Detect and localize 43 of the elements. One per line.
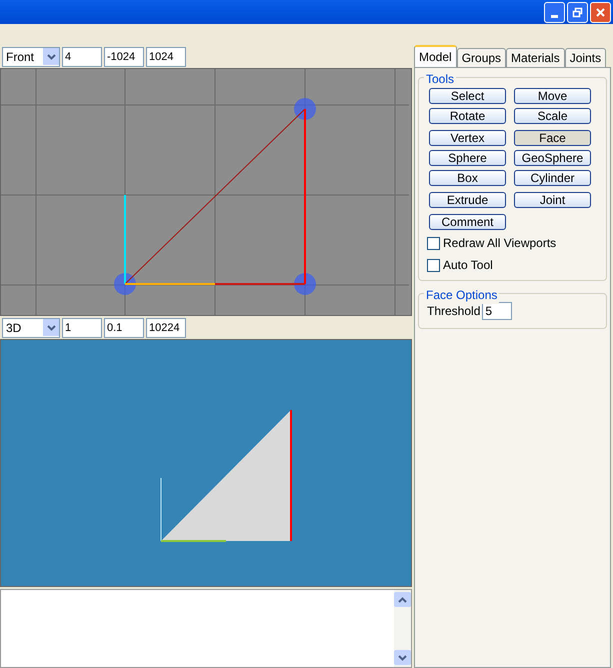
close-icon — [595, 6, 606, 18]
restore-button[interactable] — [567, 2, 588, 22]
view-dropdown[interactable]: 3D — [2, 318, 60, 338]
checkbox[interactable] — [427, 236, 440, 250]
dropdown-value: 3D — [6, 320, 22, 336]
tool-button[interactable]: Box — [429, 170, 506, 186]
tool-button[interactable]: GeoSphere — [514, 150, 591, 166]
3d-viewport[interactable] — [0, 339, 412, 587]
tool-button[interactable]: Move — [514, 88, 591, 104]
threshold-field[interactable]: 5 — [482, 302, 512, 320]
restore-icon — [572, 6, 583, 18]
minimize-button[interactable] — [544, 2, 565, 22]
tool-button[interactable]: Sphere — [429, 150, 506, 166]
tab[interactable]: Materials — [506, 48, 565, 67]
number-field[interactable]: -1024 — [104, 46, 144, 66]
tab[interactable]: Model — [414, 45, 457, 67]
number-field[interactable]: 1 — [62, 318, 102, 338]
scroll-down-icon[interactable] — [394, 650, 411, 665]
close-button[interactable] — [590, 2, 611, 22]
view-dropdown[interactable]: Front — [2, 46, 60, 66]
tool-button[interactable]: Cylinder — [514, 170, 591, 186]
tool-button[interactable]: Joint — [514, 192, 591, 208]
tool-button[interactable]: Select — [429, 88, 506, 104]
threshold-label: Threshold — [427, 303, 480, 320]
checkbox-label: Redraw All Viewports — [443, 235, 556, 252]
checkbox-label: Auto Tool — [443, 257, 493, 274]
tool-button[interactable]: Comment — [429, 214, 506, 230]
tool-button[interactable]: Rotate — [429, 108, 506, 124]
number-field[interactable]: 4 — [62, 46, 102, 66]
number-field[interactable]: 0.1 — [104, 318, 144, 338]
tool-button[interactable]: Scale — [514, 108, 591, 124]
number-field[interactable]: 1024 — [146, 46, 186, 66]
scroll-up-icon[interactable] — [394, 592, 411, 607]
vertical-scrollbar[interactable] — [394, 590, 411, 667]
tool-button[interactable]: Extrude — [429, 192, 506, 208]
checkbox[interactable] — [427, 258, 440, 272]
minimize-icon — [551, 14, 558, 18]
tab[interactable]: Joints — [564, 48, 606, 67]
tab[interactable]: Groups — [456, 48, 506, 67]
number-field[interactable]: 10224 — [146, 318, 186, 338]
tool-button[interactable]: Vertex — [429, 130, 506, 146]
tool-button[interactable]: Face — [514, 130, 591, 146]
dropdown-value: Front — [6, 48, 36, 66]
